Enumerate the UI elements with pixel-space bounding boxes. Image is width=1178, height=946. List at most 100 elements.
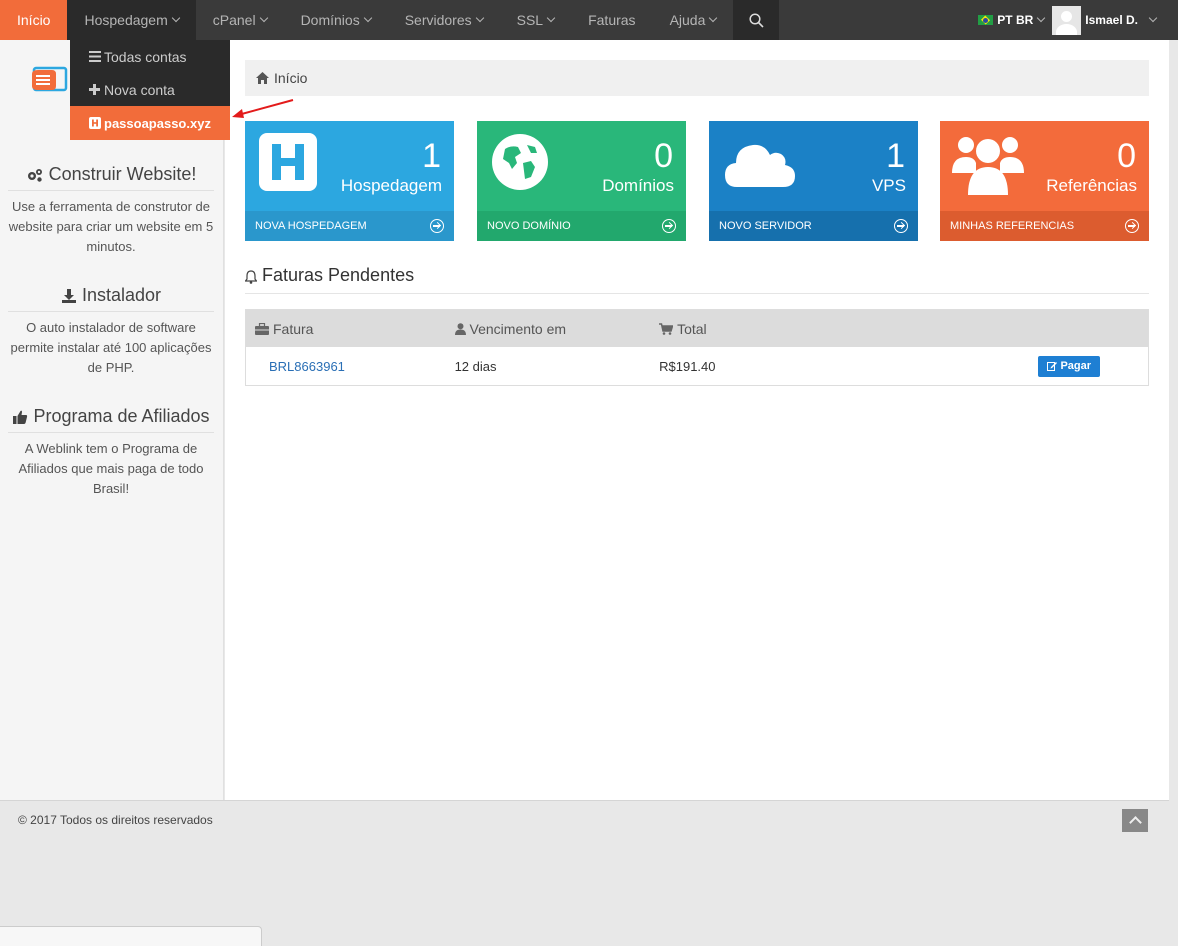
search-icon — [749, 12, 764, 28]
tile-label: Domínios — [602, 176, 674, 195]
arrow-circle-right-icon — [430, 219, 444, 233]
invoices-table: Fatura Vencimento em Total BRL8663961 12… — [245, 309, 1149, 386]
column-header-total: Total — [659, 321, 1038, 337]
chevron-down-icon — [259, 13, 268, 23]
edit-icon — [1047, 362, 1058, 371]
globe-icon — [492, 134, 548, 190]
footer: © 2017 Todos os direitos reservados — [0, 800, 1169, 946]
sidebar-block-installer: Instalador O auto instalador de software… — [8, 285, 214, 378]
nav-cpanel[interactable]: cPanel — [196, 0, 284, 40]
pending-invoices-title: Faturas Pendentes — [245, 265, 1149, 294]
nav-faturas[interactable]: Faturas — [571, 0, 652, 40]
dropdown-item-todas-contas[interactable]: Todas contas — [70, 40, 230, 73]
plus-icon — [88, 84, 101, 95]
tile-count: 1 — [422, 137, 441, 175]
tile-referencias[interactable]: 0 Referências MINHAS REFERENCIAS — [940, 121, 1149, 241]
arrow-circle-right-icon — [1125, 219, 1139, 233]
invoice-id-link[interactable]: BRL8663961 — [246, 359, 455, 374]
sidebar-block-affiliates: Programa de Afiliados A Weblink tem o Pr… — [8, 406, 214, 499]
column-header-due: Vencimento em — [454, 321, 660, 337]
tile-hospedagem[interactable]: 1 Hospedagem NOVA HOSPEDAGEM — [245, 121, 454, 241]
sidebar-block-title: Construir Website! — [8, 164, 214, 191]
hosting-icon — [259, 133, 317, 191]
nav-dominios[interactable]: Domínios — [284, 0, 388, 40]
sidebar-block-text: O auto instalador de software permite in… — [10, 320, 212, 375]
chevron-down-icon — [546, 13, 556, 23]
chevron-down-icon — [1037, 13, 1046, 23]
tile-label: VPS — [871, 176, 906, 195]
table-header: Fatura Vencimento em Total — [246, 310, 1148, 347]
breadcrumb-item[interactable]: Início — [274, 70, 307, 86]
download-icon — [61, 288, 76, 303]
arrow-circle-right-icon — [662, 219, 676, 233]
back-to-top-button[interactable] — [1122, 809, 1148, 832]
chevron-down-icon — [171, 13, 180, 23]
cloud-icon — [725, 144, 795, 187]
summary-tiles: 1 Hospedagem NOVA HOSPEDAGEM 0 Domínios … — [245, 121, 1149, 241]
bottom-panel — [0, 926, 262, 946]
language-selector[interactable]: PT BR — [970, 0, 1052, 40]
top-navbar: Início Hospedagem cPanel Domínios Servid… — [0, 0, 1178, 46]
tile-footer-link[interactable]: MINHAS REFERENCIAS — [940, 211, 1149, 241]
bell-icon — [245, 270, 257, 284]
tile-footer-link[interactable]: NOVO SERVIDOR — [709, 211, 918, 241]
sidebar-block-builder: Construir Website! Use a ferramenta de c… — [8, 164, 214, 257]
nav-ssl[interactable]: SSL — [500, 0, 571, 40]
nav-label: Servidores — [404, 12, 472, 28]
sidebar-block-text: Use a ferramenta de construtor de websit… — [8, 199, 214, 254]
tile-vps[interactable]: 1 VPS NOVO SERVIDOR — [709, 121, 918, 241]
user-name: Ismael D. — [1085, 13, 1138, 27]
nav-inicio[interactable]: Início — [0, 0, 68, 46]
chevron-down-icon — [1148, 13, 1158, 23]
chevron-down-icon — [363, 13, 372, 23]
user-icon — [454, 322, 466, 335]
chevron-down-icon — [475, 13, 484, 23]
users-icon — [952, 137, 1024, 195]
dropdown-item-nova-conta[interactable]: Nova conta — [70, 73, 230, 106]
nav-label: Início — [17, 12, 51, 28]
tile-count: 0 — [654, 137, 673, 175]
nav-label: SSL — [516, 12, 544, 28]
nav-label: Domínios — [300, 12, 360, 28]
nav-right: PT BR Ismael D. — [970, 0, 1178, 40]
logo — [32, 66, 68, 92]
list-icon — [88, 51, 101, 62]
tile-dominios[interactable]: 0 Domínios NOVO DOMÍNIO — [477, 121, 686, 241]
user-menu[interactable]: Ismael D. — [1052, 0, 1178, 40]
briefcase-icon — [255, 322, 269, 335]
sidebar-block-text: A Weblink tem o Programa de Afiliados qu… — [18, 441, 204, 496]
sidebar-block-title: Programa de Afiliados — [8, 406, 214, 433]
avatar — [1052, 5, 1082, 35]
tile-count: 0 — [1117, 137, 1136, 175]
dropdown-item-passoapasso[interactable]: passoapasso.xyz — [70, 106, 230, 140]
nav-ajuda[interactable]: Ajuda — [653, 0, 734, 40]
language-label: PT BR — [997, 13, 1034, 27]
invoice-due: 12 dias — [454, 358, 497, 374]
brazil-flag-icon — [978, 15, 994, 25]
thumbs-up-icon — [13, 410, 28, 424]
copyright-text: © 2017 Todos os direitos reservados — [18, 813, 213, 827]
tile-label: Referências — [1046, 176, 1137, 195]
tile-count: 1 — [886, 137, 905, 175]
nav-label: cPanel — [212, 12, 256, 28]
search-button[interactable] — [733, 0, 780, 40]
nav-hospedagem[interactable]: Hospedagem — [67, 0, 196, 40]
gears-icon — [27, 168, 42, 182]
invoice-action: Pagar — [1038, 355, 1148, 377]
main-content: Início 1 Hospedagem NOVA HOSPEDAGEM 0 Do… — [225, 40, 1169, 800]
pay-button[interactable]: Pagar — [1038, 355, 1101, 377]
sidebar-block-title: Instalador — [8, 285, 214, 312]
arrow-circle-right-icon — [894, 219, 908, 233]
chevron-down-icon — [709, 13, 718, 23]
breadcrumb: Início — [245, 60, 1149, 96]
tile-footer-link[interactable]: NOVO DOMÍNIO — [477, 211, 686, 241]
shopping-cart-icon — [659, 322, 674, 335]
h-square-icon — [88, 117, 101, 129]
annotation-arrow-icon — [232, 99, 294, 118]
tile-footer-link[interactable]: NOVA HOSPEDAGEM — [245, 211, 454, 241]
sidebar: Construir Website! Use a ferramenta de c… — [0, 40, 224, 800]
home-icon — [256, 72, 269, 84]
table-row: BRL8663961 12 dias R$191.40 Pagar — [246, 347, 1148, 385]
nav-servidores[interactable]: Servidores — [388, 0, 500, 40]
nav-label: Faturas — [588, 12, 636, 28]
